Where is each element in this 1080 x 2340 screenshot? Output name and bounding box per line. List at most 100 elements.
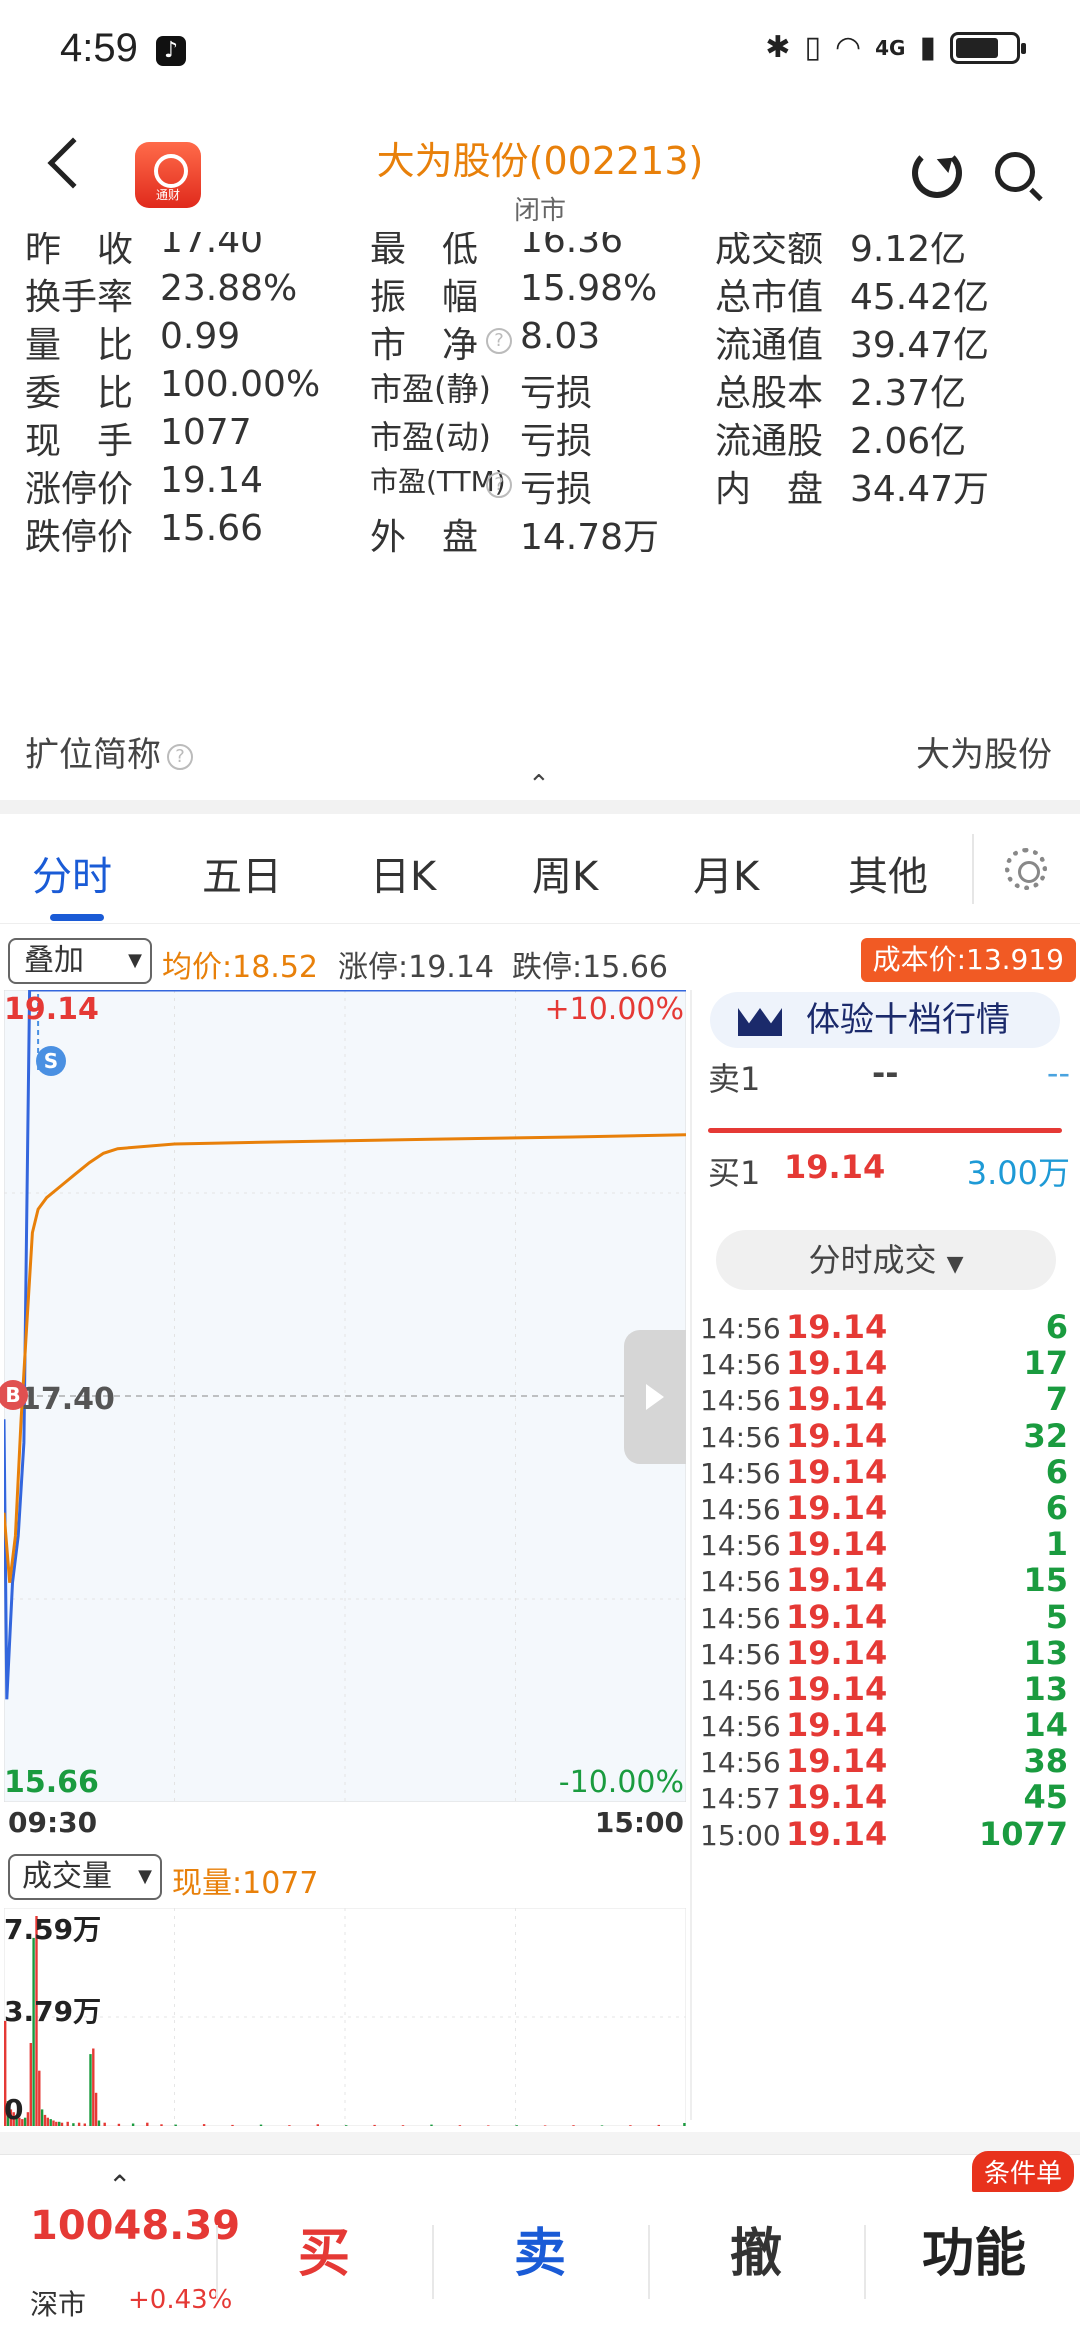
tick-time: 14:56 — [700, 1456, 781, 1490]
tick-price: 19.14 — [786, 1706, 888, 1745]
tab-daily-k[interactable]: 日K — [370, 844, 436, 902]
tick-row: 14:56 19.14 38 — [700, 1742, 1070, 1781]
tick-row: 14:56 19.14 17 — [700, 1344, 1070, 1383]
volume-bar — [46, 2117, 49, 2126]
quote-value: 1077 — [160, 412, 252, 453]
tab-weekly-k[interactable]: 周K — [532, 844, 598, 902]
quote-label: 成交额 — [715, 232, 824, 270]
tick-row: 14:56 19.14 14 — [700, 1706, 1070, 1745]
volume-bar — [629, 2125, 632, 2127]
help-icon[interactable]: ? — [486, 328, 512, 354]
header: 通财 大为股份(002213) 闭市 — [0, 100, 1080, 230]
tick-row: 14:56 19.14 6 — [700, 1308, 1070, 1346]
tick-row: 14:56 19.14 1 — [700, 1525, 1070, 1563]
conditional-order-badge[interactable]: 条件单 — [972, 2151, 1075, 2192]
tick-row: 14:56 19.14 6 — [700, 1489, 1070, 1527]
tick-row: 14:57 19.14 45 — [700, 1778, 1070, 1817]
bottom-bar: ⌃ 10048.39 深市 +0.43% 买 卖 撤 功能 条件单 — [0, 2151, 1080, 2340]
tick-trades-select[interactable]: 分时成交 ▼ — [716, 1230, 1056, 1290]
tick-vol: 1077 — [978, 1814, 1068, 1853]
y-max-label: 19.14 — [4, 992, 99, 1027]
tab-intraday[interactable]: 分时 — [32, 844, 112, 902]
volume-bar — [58, 2121, 61, 2126]
tick-time: 14:56 — [700, 1492, 781, 1526]
volume-bar — [683, 2123, 686, 2126]
expand-panel-handle[interactable] — [624, 1330, 686, 1464]
tick-time: 14:56 — [700, 1710, 781, 1744]
tick-price: 19.14 — [786, 1452, 888, 1491]
index-value[interactable]: 10048.39 — [30, 2203, 240, 2249]
tab-other[interactable]: 其他 — [848, 844, 928, 902]
quote-label: 量 比 — [25, 325, 134, 366]
tab-five-day[interactable]: 五日 — [202, 844, 282, 902]
quote-label: 外 盘 — [370, 517, 479, 558]
quote-label: 总股本 — [715, 373, 824, 414]
buy-button[interactable]: 买 — [298, 2211, 350, 2286]
quote-label: 总市值 — [715, 277, 824, 318]
tick-vol: 45 — [1023, 1778, 1068, 1817]
crown-icon — [738, 1008, 782, 1036]
sell1-row: 卖1 -- -- — [700, 1054, 1070, 1104]
volume-bar — [345, 2125, 348, 2127]
settings-gear-icon[interactable] — [1005, 848, 1047, 890]
tick-vol: 6 — [1045, 1308, 1068, 1346]
index-expand-caret-icon[interactable]: ⌃ — [108, 2169, 131, 2202]
volume-bar — [657, 2124, 660, 2126]
cancel-order-button[interactable]: 撤 — [730, 2211, 782, 2286]
tab-separator — [972, 834, 974, 904]
quote-grid: 昨 收 17.40 最 低 16.36 成交额 9.12亿 换手率 23.88% 振 幅 15.9… — [0, 232, 1080, 792]
tick-time: 15:00 — [700, 1818, 781, 1852]
quote-value: 9.12亿 — [850, 232, 967, 270]
quote-label: 昨 收 — [25, 232, 134, 270]
cost-price-badge[interactable]: 成本价:13.919 — [860, 938, 1076, 982]
refresh-icon[interactable] — [912, 148, 962, 198]
overlay-select[interactable]: 叠加 — [8, 938, 152, 984]
extended-name-label: 扩位简称? — [25, 727, 193, 776]
sell-marker[interactable]: S — [36, 1046, 66, 1076]
volume-bar — [543, 2125, 547, 2127]
help-icon[interactable]: ? — [486, 472, 512, 498]
tick-vol: 14 — [1023, 1706, 1068, 1745]
sell-button[interactable]: 卖 — [514, 2211, 566, 2286]
collapse-caret-icon[interactable]: ⌃ — [528, 770, 550, 800]
tick-time: 14:56 — [700, 1601, 781, 1635]
volume-chart[interactable]: 7.59万 3.79万 0 — [3, 1907, 687, 2127]
tick-price: 19.14 — [786, 1380, 888, 1419]
status-icons: ✱ ▯ ◠ 4G ▮ — [765, 30, 1026, 65]
volume-bar — [60, 2122, 64, 2126]
buy1-volume: 3.00万 — [966, 1154, 1070, 1192]
vol-max-label: 7.59万 — [4, 1913, 102, 1946]
current-volume: 现量:1077 — [172, 1866, 319, 1901]
search-icon[interactable] — [995, 152, 1035, 192]
tick-vol: 38 — [1023, 1742, 1068, 1781]
quote-value: 亏损 — [520, 469, 593, 510]
status-bar: 4:59 ♪ ✱ ▯ ◠ 4G ▮ — [0, 0, 1080, 100]
x-start-label: 09:30 — [8, 1806, 98, 1839]
bottom-separator — [648, 2225, 650, 2299]
tick-row: 15:00 19.14 1077 — [700, 1814, 1070, 1853]
tick-vol: 17 — [1023, 1344, 1068, 1383]
level2-button[interactable]: 体验十档行情 — [710, 992, 1060, 1048]
function-button[interactable]: 功能 — [922, 2211, 1026, 2286]
vol-mid-label: 3.79万 — [4, 1995, 102, 2028]
help-icon[interactable]: ? — [167, 743, 193, 770]
tick-time: 14:56 — [700, 1746, 781, 1780]
quote-label: 现 手 — [25, 421, 134, 462]
volume-bar — [94, 2092, 98, 2126]
volume-bar — [72, 2123, 75, 2126]
tick-time: 14:56 — [700, 1384, 781, 1418]
tick-row: 14:56 19.14 6 — [700, 1452, 1070, 1491]
volume-bar — [515, 2125, 518, 2127]
intraday-chart[interactable]: 19.14 +10.00% 17.40 15.66 -10.00% B S — [0, 990, 686, 1802]
volume-bar — [26, 2112, 30, 2126]
market-status: 闭市 — [513, 196, 566, 226]
quote-value: 亏损 — [520, 373, 593, 414]
tick-vol: 5 — [1045, 1597, 1068, 1636]
volume-indicator-select[interactable]: 成交量 — [8, 1854, 162, 1900]
volume-bar — [92, 2048, 95, 2126]
tick-vol: 15 — [1023, 1561, 1068, 1600]
tab-monthly-k[interactable]: 月K — [693, 844, 759, 902]
tick-time: 14:56 — [700, 1529, 781, 1563]
volume-bar — [231, 2124, 234, 2126]
quote-label: 市盈(动) — [370, 418, 491, 456]
